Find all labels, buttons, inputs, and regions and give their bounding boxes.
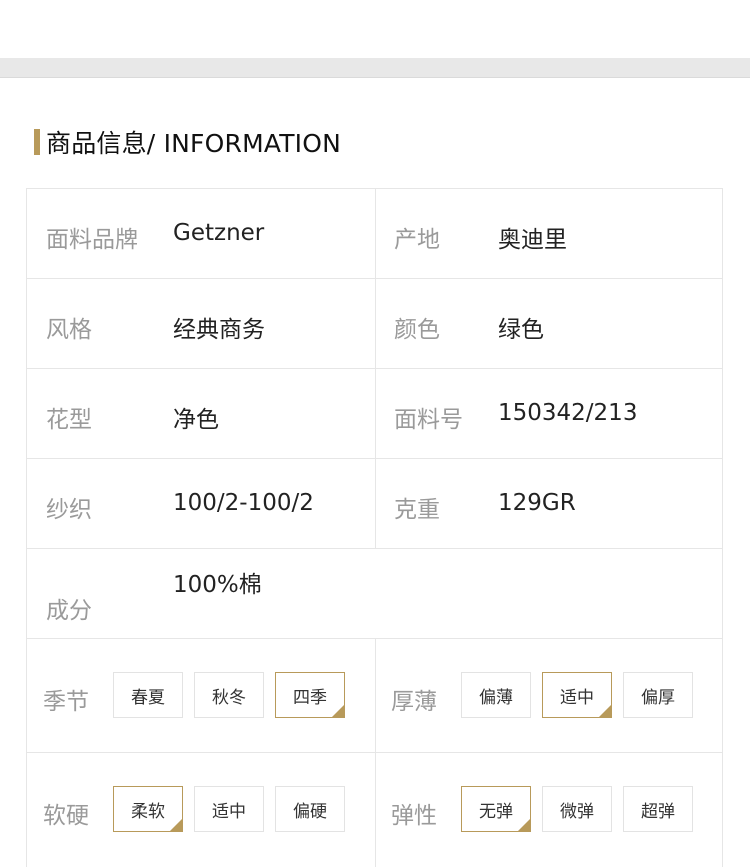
accent-bar: [34, 129, 40, 155]
info-row: 面料品牌 Getzner 产地 奥迪里: [26, 188, 723, 278]
value-yarn-count: 100/2-100/2: [173, 490, 314, 516]
label-pattern: 花型: [46, 407, 92, 433]
hardness-option-stiff[interactable]: 偏硬: [275, 786, 345, 832]
section-divider: [0, 58, 750, 78]
option-row: 季节 春夏 秋冬 四季 厚薄 偏薄 适中 偏厚: [26, 638, 723, 752]
season-option-all-seasons[interactable]: 四季: [275, 672, 345, 718]
label-color: 颜色: [394, 317, 440, 343]
label-thickness: 厚薄: [391, 689, 437, 715]
section-header: 商品信息/ INFORMATION: [34, 126, 341, 158]
value-color: 绿色: [498, 317, 544, 343]
season-option-spring-summer[interactable]: 春夏: [113, 672, 183, 718]
label-composition: 成分: [46, 598, 92, 624]
elasticity-option-none[interactable]: 无弹: [461, 786, 531, 832]
top-blank-area: [0, 0, 750, 58]
label-weight: 克重: [394, 497, 440, 523]
thickness-option-thin[interactable]: 偏薄: [461, 672, 531, 718]
season-option-autumn-winter[interactable]: 秋冬: [194, 672, 264, 718]
value-weight: 129GR: [498, 490, 576, 516]
label-fabric-brand: 面料品牌: [46, 227, 138, 253]
label-hardness: 软硬: [43, 803, 89, 829]
elasticity-option-slight[interactable]: 微弹: [542, 786, 612, 832]
label-origin: 产地: [394, 227, 440, 253]
value-fabric-brand: Getzner: [173, 220, 265, 246]
thickness-option-medium[interactable]: 适中: [542, 672, 612, 718]
thickness-option-thick[interactable]: 偏厚: [623, 672, 693, 718]
value-pattern: 净色: [173, 407, 219, 433]
info-row: 花型 净色 面料号 150342/213: [26, 368, 723, 458]
label-season: 季节: [43, 689, 89, 715]
info-row-composition: 成分 100%棉: [26, 548, 723, 638]
elasticity-option-super[interactable]: 超弹: [623, 786, 693, 832]
section-title: 商品信息/ INFORMATION: [46, 129, 342, 158]
option-row: 软硬 柔软 适中 偏硬 弹性 无弹 微弹 超弹: [26, 752, 723, 867]
label-style: 风格: [46, 317, 92, 343]
hardness-option-soft[interactable]: 柔软: [113, 786, 183, 832]
label-elasticity: 弹性: [391, 803, 437, 829]
value-fabric-number: 150342/213: [498, 400, 638, 426]
value-style: 经典商务: [173, 317, 265, 343]
info-row: 纱织 100/2-100/2 克重 129GR: [26, 458, 723, 548]
hardness-option-medium[interactable]: 适中: [194, 786, 264, 832]
value-origin: 奥迪里: [498, 227, 567, 253]
info-row: 风格 经典商务 颜色 绿色: [26, 278, 723, 368]
label-yarn-count: 纱织: [46, 497, 92, 523]
label-fabric-number: 面料号: [394, 407, 463, 433]
value-composition: 100%棉: [173, 572, 262, 598]
